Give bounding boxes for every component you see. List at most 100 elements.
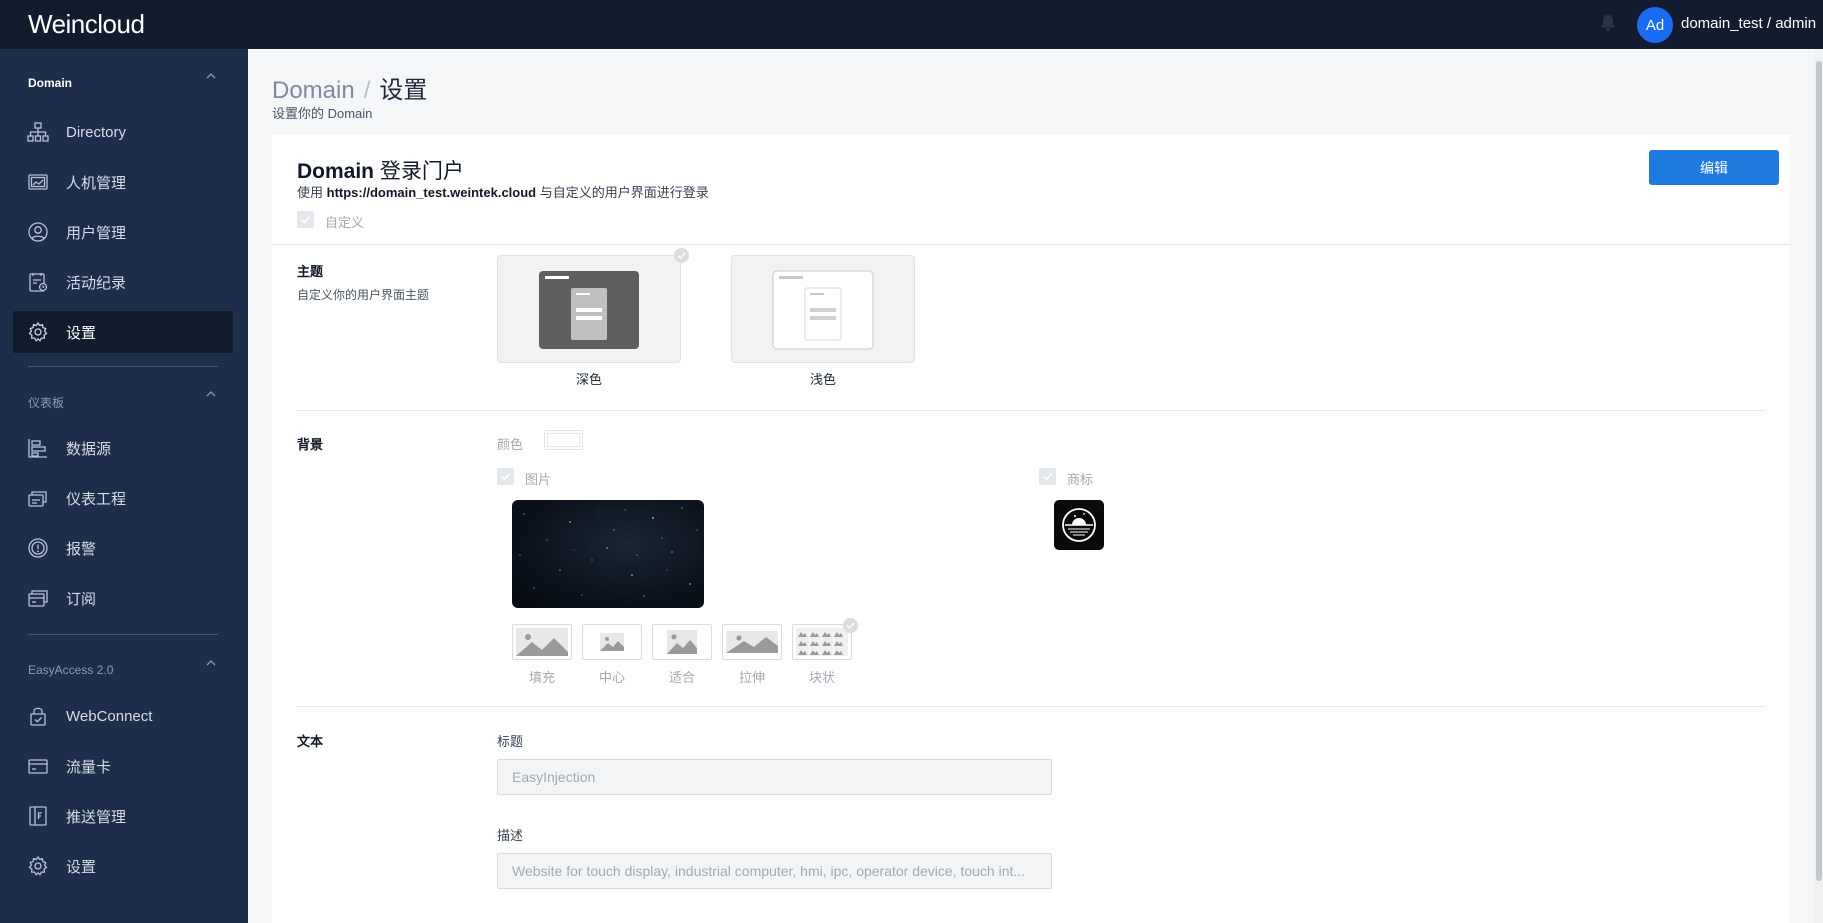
- background-image-checkbox[interactable]: [497, 468, 514, 485]
- sidebar-divider: [28, 366, 218, 367]
- breadcrumb: Domain / 设置: [272, 70, 427, 105]
- display-mode-stretch[interactable]: [722, 624, 782, 660]
- theme-light-label[interactable]: 浅色: [731, 369, 915, 388]
- subscription-icon: [28, 590, 48, 607]
- section-divider: [272, 244, 1790, 245]
- sidebar-section-dashboard[interactable]: 仪表板: [28, 394, 64, 411]
- sidebar: Domain Directory 人机管理 用户管理 活动纪录 设置 仪表板 数…: [0, 49, 248, 923]
- sidebar-item-settings[interactable]: 设置: [13, 311, 233, 353]
- sidebar-item-activity[interactable]: 活动纪录: [13, 261, 233, 303]
- data-source-icon: [28, 439, 47, 458]
- portal-title: Domain 登录门户: [297, 155, 464, 185]
- sidebar-item-hmi[interactable]: 人机管理: [13, 161, 233, 203]
- user-name[interactable]: domain_test / admin: [1681, 15, 1816, 32]
- sidebar-item-label: WebConnect: [66, 707, 153, 725]
- portal-url: https://domain_test.weintek.cloud: [326, 185, 537, 200]
- custom-checkbox[interactable]: [297, 211, 314, 228]
- app-logo[interactable]: Weincloud: [28, 9, 145, 40]
- theme-title: 主题: [297, 264, 324, 279]
- sidebar-item-ea-settings[interactable]: 设置: [13, 845, 233, 887]
- check-icon: [846, 622, 855, 630]
- image-stretch-icon: [726, 631, 778, 653]
- sidebar-section-easyaccess[interactable]: EasyAccess 2.0: [28, 663, 113, 677]
- sidebar-item-label: 设置: [66, 324, 97, 342]
- theme-selected-badge: [674, 248, 689, 263]
- sidebar-item-subscription[interactable]: 订阅: [13, 577, 233, 619]
- sidebar-item-dashboard-project[interactable]: 仪表工程: [13, 477, 233, 519]
- logo-checkbox[interactable]: [1039, 468, 1056, 485]
- section-divider: [297, 706, 1766, 707]
- background-image-label: 图片: [525, 472, 552, 487]
- bell-icon[interactable]: [1600, 14, 1616, 32]
- edit-button[interactable]: 编辑: [1649, 150, 1779, 185]
- tile-selected-badge: [843, 618, 858, 633]
- scrollbar-thumb[interactable]: [1816, 61, 1822, 881]
- sidebar-item-label: 订阅: [66, 590, 97, 608]
- logo-emblem-icon: [1062, 508, 1096, 542]
- image-fit-icon: [667, 630, 697, 654]
- sidebar-section-domain[interactable]: Domain: [28, 76, 72, 90]
- avatar[interactable]: Ad: [1637, 7, 1673, 43]
- page-scrollbar[interactable]: [1815, 49, 1823, 923]
- portal-description: 使用 https://domain_test.weintek.cloud 与自定…: [297, 182, 709, 201]
- sidebar-item-users[interactable]: 用户管理: [13, 211, 233, 253]
- activity-log-icon: [29, 273, 48, 292]
- org-chart-icon: [27, 122, 49, 142]
- display-mode-fill[interactable]: [512, 624, 572, 660]
- sidebar-item-label: 仪表工程: [66, 490, 127, 508]
- logo-image-preview[interactable]: [1054, 500, 1104, 550]
- portal-desc-prefix: 使用: [297, 185, 324, 200]
- sidebar-item-directory[interactable]: Directory: [13, 111, 233, 153]
- theme-dark-card[interactable]: [497, 255, 681, 363]
- display-mode-fit[interactable]: [652, 624, 712, 660]
- heading-input[interactable]: [497, 759, 1052, 795]
- check-icon: [677, 252, 686, 260]
- display-mode-tile[interactable]: [792, 624, 852, 660]
- display-mode-label: 填充: [528, 670, 555, 685]
- portal-desc-suffix: 与自定义的用户界面进行登录: [539, 185, 709, 200]
- chevron-up-icon[interactable]: [206, 658, 216, 668]
- background-color-swatch[interactable]: [544, 430, 583, 450]
- section-divider: [297, 410, 1766, 411]
- image-tile-icon: [796, 628, 848, 656]
- description-input[interactable]: [497, 853, 1052, 889]
- chevron-up-icon[interactable]: [206, 71, 216, 81]
- sidebar-item-label: 报警: [66, 540, 97, 558]
- sidebar-item-label: 流量卡: [66, 758, 112, 776]
- background-color-label: 颜色: [497, 437, 524, 452]
- heading-field-label: 标题: [497, 734, 524, 749]
- alarm-icon: [28, 538, 48, 558]
- check-icon: [300, 215, 311, 224]
- display-mode-center[interactable]: [582, 624, 642, 660]
- sidebar-item-label: 推送管理: [66, 808, 127, 826]
- push-icon: [29, 806, 47, 826]
- breadcrumb-root[interactable]: Domain: [272, 77, 355, 104]
- display-mode-label: 块状: [808, 670, 835, 685]
- gear-icon: [28, 855, 48, 876]
- check-icon: [500, 472, 511, 481]
- custom-checkbox-label: 自定义: [325, 215, 365, 230]
- dark-theme-preview-icon: [539, 271, 639, 349]
- sidebar-item-label: 设置: [66, 858, 97, 876]
- color-swatch-fill: [547, 433, 580, 447]
- sidebar-item-webconnect[interactable]: WebConnect: [13, 695, 233, 737]
- description-field-label: 描述: [497, 828, 524, 843]
- sidebar-item-label: 数据源: [66, 440, 112, 458]
- sidebar-item-push[interactable]: 推送管理: [13, 795, 233, 837]
- image-center-icon: [600, 633, 624, 651]
- display-mode-label: 拉伸: [738, 670, 765, 685]
- lock-icon: [30, 707, 46, 726]
- theme-dark-label[interactable]: 深色: [497, 369, 681, 388]
- theme-description: 自定义你的用户界面主题: [297, 288, 430, 302]
- top-bar: Weincloud Ad domain_test / admin: [0, 0, 1823, 49]
- breadcrumb-current: 设置: [379, 77, 428, 104]
- sidebar-item-data-source[interactable]: 数据源: [13, 427, 233, 469]
- display-mode-label: 中心: [598, 670, 625, 685]
- theme-light-card[interactable]: [731, 255, 915, 363]
- background-image-preview[interactable]: [512, 500, 704, 608]
- sidebar-item-label: 活动纪录: [66, 274, 127, 292]
- chevron-up-icon[interactable]: [206, 389, 216, 399]
- sidebar-item-alarm[interactable]: 报警: [13, 527, 233, 569]
- sidebar-item-data-card[interactable]: 流量卡: [13, 745, 233, 787]
- hmi-screen-icon: [28, 174, 48, 190]
